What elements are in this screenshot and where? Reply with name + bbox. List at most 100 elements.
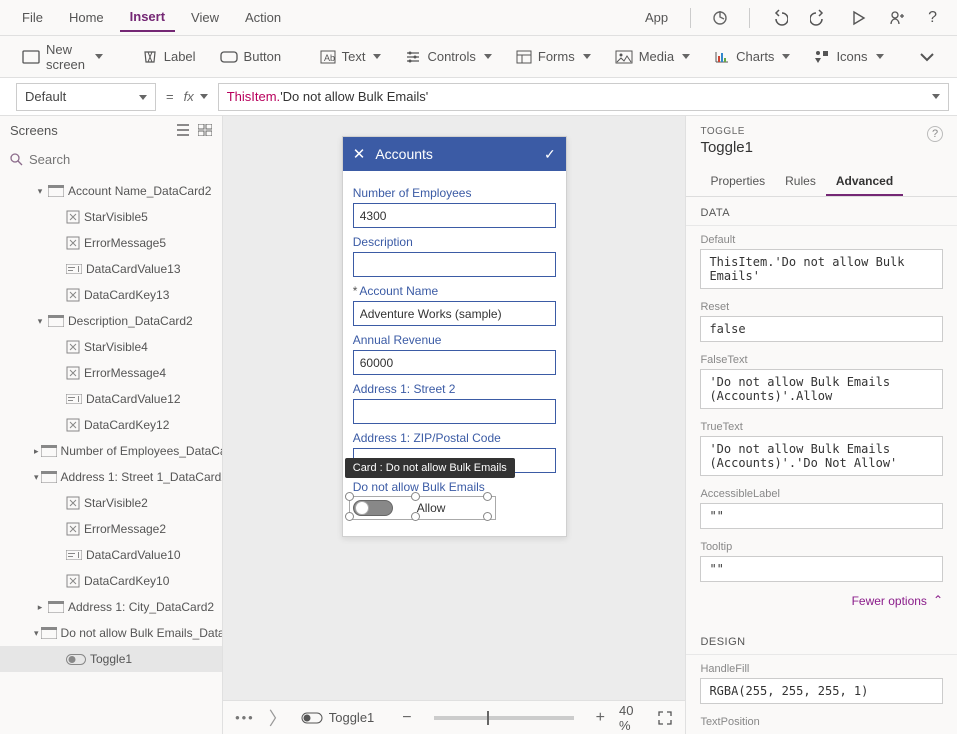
tree-node[interactable]: StarVisible4 <box>0 334 222 360</box>
breadcrumb[interactable]: Toggle1 <box>301 710 375 725</box>
button-button[interactable]: Button <box>210 43 292 70</box>
tree-node[interactable]: DataCardValue10 <box>0 542 222 568</box>
controls-dropdown[interactable]: Controls <box>395 43 501 70</box>
tree-node-label: DataCardValue12 <box>86 392 181 406</box>
field-input[interactable] <box>353 301 556 326</box>
design-prop-list: HandleFillRGBA(255, 255, 255, 1)TextPosi… <box>686 659 957 734</box>
tree-node[interactable]: ErrorMessage4 <box>0 360 222 386</box>
tree-search[interactable] <box>0 144 222 174</box>
tree-node[interactable]: DataCardKey12 <box>0 412 222 438</box>
menu-action[interactable]: Action <box>235 4 291 31</box>
menu-home[interactable]: Home <box>59 4 114 31</box>
check-icon[interactable]: ✓ <box>544 146 556 163</box>
search-input[interactable] <box>29 152 212 167</box>
charts-dropdown[interactable]: Charts <box>704 43 800 70</box>
menu-bar: File Home Insert View Action App ? <box>0 0 957 36</box>
new-screen-button[interactable]: New screen <box>12 36 113 78</box>
tree-node[interactable]: StarVisible2 <box>0 490 222 516</box>
menu-app[interactable]: App <box>635 4 678 31</box>
tree-node-label: StarVisible2 <box>84 496 148 510</box>
chevron-down-icon <box>782 54 790 59</box>
forms-dropdown[interactable]: Forms <box>506 43 601 70</box>
close-icon[interactable]: ✕ <box>353 145 366 163</box>
app-checker-icon[interactable] <box>703 5 737 31</box>
toggle-control[interactable] <box>353 500 393 516</box>
icons-dropdown[interactable]: Icons <box>804 43 893 71</box>
tree-node[interactable]: ▾Description_DataCard2 <box>0 308 222 334</box>
tree-header: Screens <box>0 116 222 144</box>
tree-list-icon[interactable] <box>176 124 190 136</box>
share-icon[interactable] <box>880 5 914 31</box>
tree-node[interactable]: ▾Account Name_DataCard2 <box>0 178 222 204</box>
tree-node[interactable]: DataCardKey13 <box>0 282 222 308</box>
form-card-toggle[interactable]: Do not allow Bulk EmailsAllow <box>353 480 556 524</box>
design-canvas[interactable]: ✕ Accounts ✓ Number of EmployeesDescript… <box>223 116 685 700</box>
menu-file[interactable]: File <box>12 4 53 31</box>
zoom-slider[interactable] <box>434 716 574 720</box>
property-value[interactable]: RGBA(255, 255, 255, 1) <box>700 678 943 704</box>
fit-screen-icon[interactable] <box>657 710 673 726</box>
zoom-in-icon[interactable]: + <box>596 709 605 727</box>
tree-node[interactable]: DataCardKey10 <box>0 568 222 594</box>
tree-node[interactable]: ▾Address 1: Street 1_DataCard2 <box>0 464 222 490</box>
fewer-options-link[interactable]: Fewer options⌃ <box>686 590 957 618</box>
property-value[interactable]: 'Do not allow Bulk Emails (Accounts)'.'D… <box>700 436 943 476</box>
media-dropdown[interactable]: Media <box>605 43 700 70</box>
label-button[interactable]: Label <box>132 43 206 71</box>
redo-icon[interactable] <box>802 5 836 31</box>
help-icon[interactable]: ? <box>920 5 945 31</box>
property-value[interactable]: 'Do not allow Bulk Emails (Accounts)'.Al… <box>700 369 943 409</box>
field-input[interactable] <box>353 399 556 424</box>
menu-insert[interactable]: Insert <box>120 3 175 32</box>
tree-node[interactable]: ErrorMessage5 <box>0 230 222 256</box>
tree-grid-icon[interactable] <box>198 124 212 136</box>
chevron-down-icon <box>932 94 940 99</box>
overflow-icon[interactable]: ••• <box>235 710 255 725</box>
field-input[interactable] <box>353 350 556 375</box>
panel-help-icon[interactable]: ? <box>927 126 943 142</box>
property-value[interactable]: "" <box>700 556 943 582</box>
form-card[interactable]: Number of Employees <box>353 186 556 228</box>
tab-properties[interactable]: Properties <box>700 168 775 196</box>
value-icon <box>66 264 82 274</box>
play-icon[interactable] <box>842 6 874 30</box>
ribbon-expand-icon[interactable] <box>909 46 945 68</box>
fx-icon[interactable]: fx <box>184 89 208 104</box>
property-value[interactable]: "" <box>700 503 943 529</box>
property-value[interactable]: ThisItem.'Do not allow Bulk Emails' <box>700 249 943 289</box>
property-value[interactable]: false <box>700 316 943 342</box>
tree-node-label: DataCardKey13 <box>84 288 169 302</box>
equals-sign: = <box>166 89 174 104</box>
tree-node-label: DataCardValue13 <box>86 262 181 276</box>
ctrl-icon <box>66 288 80 302</box>
property-selector[interactable]: Default <box>16 83 156 111</box>
chevron-down-icon <box>682 54 690 59</box>
tree-node[interactable]: ▾Do not allow Bulk Emails_DataCard2 <box>0 620 222 646</box>
undo-icon[interactable] <box>762 5 796 31</box>
formula-input[interactable]: ThisItem.'Do not allow Bulk Emails' <box>218 83 949 111</box>
tree-node-label: Description_DataCard2 <box>68 314 193 328</box>
form-card[interactable]: Description <box>353 235 556 277</box>
form-card[interactable]: Annual Revenue <box>353 333 556 375</box>
tree-node-label: ErrorMessage4 <box>84 366 166 380</box>
form-card[interactable]: Address 1: Street 2 <box>353 382 556 424</box>
tree-node[interactable]: ErrorMessage2 <box>0 516 222 542</box>
tree-node[interactable]: ▸Address 1: City_DataCard2 <box>0 594 222 620</box>
form-card[interactable]: *Account Name <box>353 284 556 326</box>
zoom-out-icon[interactable]: − <box>402 709 411 727</box>
ctrl-icon <box>66 236 80 250</box>
text-dropdown[interactable]: Ab Text <box>310 43 392 70</box>
tree-node[interactable]: ▸Number of Employees_DataCard2 <box>0 438 222 464</box>
section-design: DESIGN <box>686 626 957 655</box>
tree-node[interactable]: DataCardValue12 <box>0 386 222 412</box>
field-input[interactable] <box>353 252 556 277</box>
tree-node[interactable]: DataCardValue13 <box>0 256 222 282</box>
field-input[interactable] <box>353 203 556 228</box>
tab-advanced[interactable]: Advanced <box>826 168 903 196</box>
property-label: FalseText <box>700 354 943 366</box>
tree-node[interactable]: StarVisible5 <box>0 204 222 230</box>
tab-rules[interactable]: Rules <box>775 168 826 196</box>
menu-view[interactable]: View <box>181 4 229 31</box>
tree-node[interactable]: Toggle1 <box>0 646 222 672</box>
section-data: DATA <box>686 197 957 226</box>
